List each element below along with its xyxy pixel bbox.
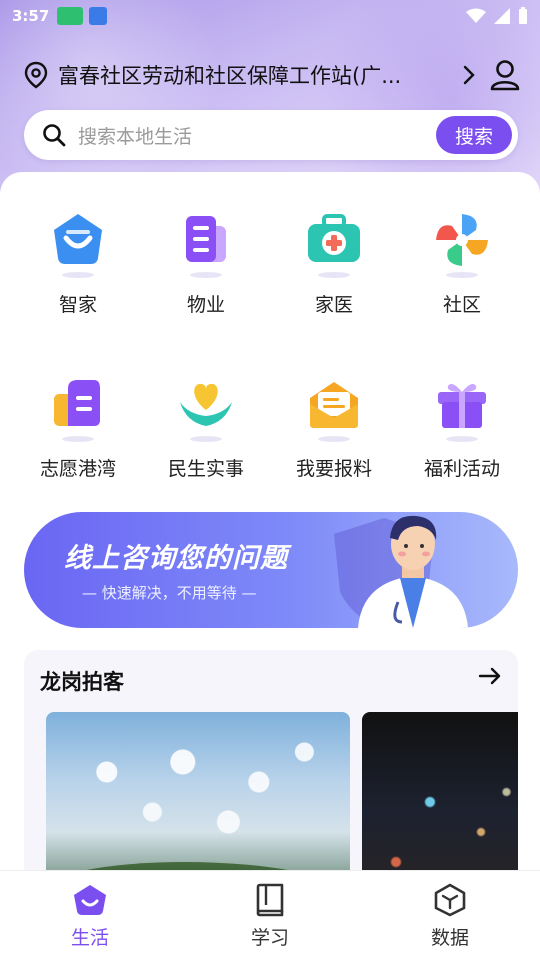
family-doctor-icon — [304, 210, 364, 278]
volunteer-icon — [48, 374, 108, 442]
service-livelihood[interactable]: 民生实事 — [142, 374, 270, 484]
icon-shadow — [62, 272, 94, 278]
service-smart-home[interactable]: 智家 — [14, 210, 142, 320]
service-label: 福利活动 — [423, 458, 500, 480]
service-label: 物业 — [186, 294, 225, 316]
icon-shadow — [318, 272, 350, 278]
life-tab-icon — [74, 885, 106, 915]
property-icon — [176, 210, 236, 278]
banner-title: 线上咨询您的问题 — [64, 543, 288, 574]
bottom-navigation: 生活 学习 数据 — [0, 870, 540, 960]
signal-icon — [494, 8, 510, 24]
nav-tab-data[interactable]: 数据 — [360, 871, 540, 960]
doctor-illustration — [358, 515, 468, 628]
search-icon — [43, 124, 66, 147]
search-bar[interactable]: 搜索本地生活 搜索 — [24, 110, 518, 160]
chevron-right-icon[interactable] — [462, 64, 476, 86]
status-time: 3:57 — [12, 7, 50, 25]
photo-feed-section: 龙岗拍客 — [24, 650, 518, 900]
banner-subtitle: — 快速解决，不用等待 — — [82, 584, 257, 602]
nav-label: 生活 — [70, 927, 109, 949]
service-family-doctor[interactable]: 家医 — [270, 210, 398, 320]
report-icon — [304, 374, 364, 442]
arrow-right-icon[interactable] — [478, 666, 502, 686]
service-label: 我要报料 — [295, 458, 372, 480]
service-label: 家医 — [314, 294, 353, 316]
search-input[interactable]: 搜索本地生活 — [78, 122, 436, 149]
search-button[interactable]: 搜索 — [436, 116, 512, 154]
battery-icon — [519, 7, 527, 24]
service-welfare[interactable]: 福利活动 — [398, 374, 526, 484]
community-icon — [432, 210, 492, 278]
location-pin-icon — [24, 61, 48, 89]
cube-icon — [434, 883, 466, 917]
icon-shadow — [190, 272, 222, 278]
online-consult-banner[interactable]: 线上咨询您的问题 — 快速解决，不用等待 — — [24, 512, 518, 628]
notification-app-icon — [57, 7, 84, 25]
icon-shadow — [190, 436, 222, 442]
main-content-card: 智家 物业 家医 社区 志愿港湾 民生实事 我要报料 福利活动 线上咨询您的问题… — [0, 172, 540, 900]
icon-shadow — [446, 272, 478, 278]
nav-tab-study[interactable]: 学习 — [180, 871, 360, 960]
service-property[interactable]: 物业 — [142, 210, 270, 320]
service-label: 志愿港湾 — [39, 458, 116, 480]
service-label: 民生实事 — [167, 458, 244, 480]
feed-title: 龙岗拍客 — [40, 670, 124, 694]
nav-tab-life[interactable]: 生活 — [0, 871, 180, 960]
user-profile-icon[interactable] — [490, 59, 520, 91]
service-volunteer[interactable]: 志愿港湾 — [14, 374, 142, 484]
service-label: 智家 — [58, 294, 97, 316]
status-bar: 3:57 — [0, 0, 540, 32]
nav-label: 数据 — [430, 927, 469, 949]
status-icons — [466, 7, 528, 25]
livelihood-icon — [176, 374, 236, 442]
icon-shadow — [318, 436, 350, 442]
location-text[interactable]: 富春社区劳动和社区保障工作站(广... — [58, 60, 454, 90]
smart-home-icon — [48, 210, 108, 278]
notification-app-icon-secondary — [89, 7, 108, 25]
nav-label: 学习 — [250, 927, 289, 949]
service-report[interactable]: 我要报料 — [270, 374, 398, 484]
icon-shadow — [446, 436, 478, 442]
welfare-gift-icon — [432, 374, 492, 442]
location-row[interactable]: 富春社区劳动和社区保障工作站(广... — [24, 56, 520, 94]
book-icon — [256, 883, 284, 917]
wifi-icon — [466, 8, 486, 23]
service-label: 社区 — [442, 294, 481, 316]
service-community[interactable]: 社区 — [398, 210, 526, 320]
icon-shadow — [62, 436, 94, 442]
